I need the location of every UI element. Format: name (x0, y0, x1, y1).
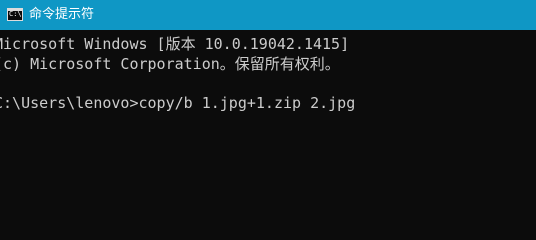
console-line-command[interactable]: C:\Users\lenovo>copy/b 1.jpg+1.zip 2.jpg (0, 93, 355, 113)
cmd-prompt-icon: C:\ (7, 8, 23, 21)
window-title: 命令提示符 (29, 7, 95, 22)
command-prompt-window: C:\ 命令提示符 Microsoft Windows [版本 10.0.190… (0, 0, 536, 211)
console-output[interactable]: Microsoft Windows [版本 10.0.19042.1415] (… (0, 30, 536, 211)
console-line-version: Microsoft Windows [版本 10.0.19042.1415] (0, 35, 350, 53)
title-bar[interactable]: C:\ 命令提示符 (0, 0, 536, 30)
cmd-prompt-icon-glyph: C:\ (9, 10, 22, 18)
console-line-copyright: (c) Microsoft Corporation。保留所有权利。 (0, 55, 340, 73)
